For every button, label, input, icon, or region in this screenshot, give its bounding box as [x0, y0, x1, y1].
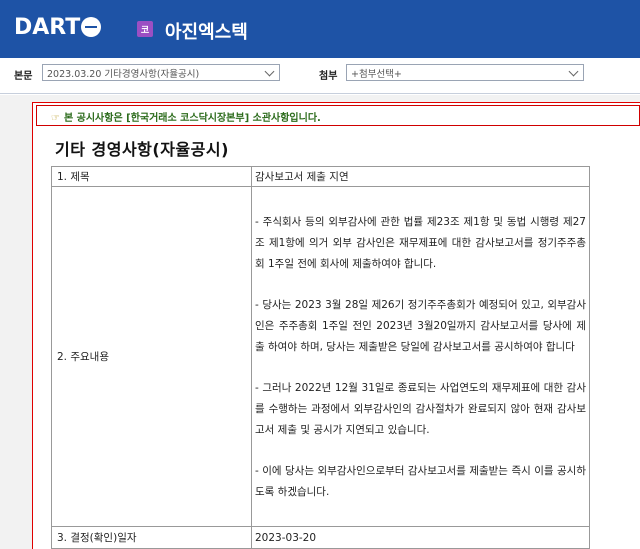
pointing-hand-icon: ☞ [51, 113, 60, 124]
chevron-down-icon [568, 66, 579, 77]
main-select-value: 2023.03.20 기타경영사항(자율공시) [47, 69, 200, 80]
attachment-select[interactable]: +첨부선택+ [346, 64, 584, 81]
table-row: 1. 제목 감사보고서 제출 지연 [51, 166, 590, 187]
disclosure-table: 1. 제목 감사보고서 제출 지연 2. 주요내용 - 주식회사 등의 외부감사… [51, 166, 590, 549]
content-paragraph: - 이에 당사는 외부감사인으로부터 감사보고서를 제출받는 즉시 이를 공시하… [255, 465, 586, 499]
row-key: 3. 결정(확인)일자 [51, 526, 252, 549]
row-value: - 주식회사 등의 외부감사에 관한 법률 제23조 제1항 및 동법 시행령 … [251, 186, 590, 527]
main-document-select[interactable]: 2023.03.20 기타경영사항(자율공시) [42, 64, 280, 81]
content-paragraph: - 당사는 2023 3월 28일 제26기 정기주주총회가 예정되어 있고, … [255, 299, 586, 353]
table-row: 2. 주요내용 - 주식회사 등의 외부감사에 관한 법률 제23조 제1항 및… [51, 186, 590, 527]
main-select-label: 본문 [14, 71, 33, 82]
content-paragraph: - 그러나 2022년 12월 31일로 종료되는 사업연도의 재무제표에 대한… [255, 382, 586, 436]
dart-logo-icon [81, 17, 102, 37]
attach-select-label: 첨부 [319, 71, 338, 82]
row-key: 1. 제목 [51, 166, 252, 187]
company-name[interactable]: 아진엑스텍 [165, 18, 248, 44]
row-key: 2. 주요내용 [51, 186, 252, 527]
app-header: DART 코 아진엑스텍 [0, 0, 640, 58]
chevron-down-icon [264, 66, 275, 77]
notice-banner: ☞ 본 공시사항은 [한국거래소 코스닥시장본부] 소관사항입니다. [36, 105, 640, 126]
document-title: 기타 경영사항(자율공시) [55, 140, 229, 159]
row-value: 감사보고서 제출 지연 [251, 166, 590, 187]
dart-logo[interactable]: DART [14, 12, 102, 42]
content-paragraph: - 주식회사 등의 외부감사에 관한 법률 제23조 제1항 및 동법 시행령 … [255, 215, 586, 270]
attach-select-value: +첨부선택+ [351, 69, 402, 80]
logo-text: DART [14, 14, 81, 40]
market-badge: 코 [137, 21, 153, 37]
table-row: 3. 결정(확인)일자 2023-03-20 [51, 526, 590, 549]
row-value: 2023-03-20 [251, 526, 590, 549]
document-toolbar: 본문 2023.03.20 기타경영사항(자율공시) 첨부 +첨부선택+ [0, 58, 640, 94]
notice-text: 본 공시사항은 [한국거래소 코스닥시장본부] 소관사항입니다. [63, 113, 321, 124]
